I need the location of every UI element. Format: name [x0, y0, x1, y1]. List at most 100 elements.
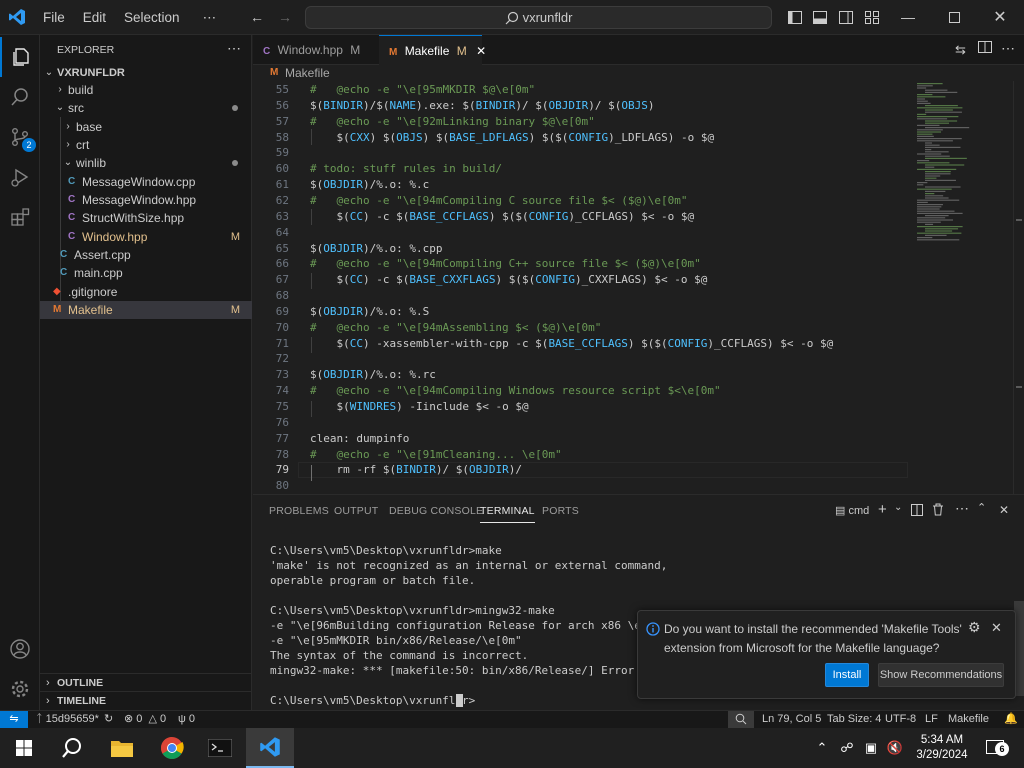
file-explorer-icon[interactable]: [98, 728, 146, 768]
tab-problems[interactable]: PROBLEMS: [269, 505, 329, 517]
breadcrumb[interactable]: M Makefile: [253, 65, 1024, 81]
tab-debug-console[interactable]: DEBUG CONSOLE: [389, 505, 483, 517]
code-line[interactable]: # @echo -e "\e[95mMKDIR $@\e[0m": [310, 82, 535, 98]
ports-status[interactable]: ψ 0: [178, 711, 195, 728]
notifications-bell-icon[interactable]: 🔔: [1004, 711, 1018, 728]
explorer-icon[interactable]: [0, 37, 40, 77]
clock[interactable]: 5:34 AM 3/29/2024: [906, 728, 978, 768]
code-line[interactable]: rm -rf $(BINDIR)/ $(OBJDIR)/: [310, 462, 521, 478]
tree-item-messagewindow-cpp[interactable]: C MessageWindow.cpp: [40, 173, 252, 191]
tree-item-makefile[interactable]: M Makefile M: [40, 301, 252, 319]
code-line[interactable]: $(CC) -xassembler-with-cpp -c $(BASE_CCF…: [310, 336, 833, 352]
toggle-panel-icon[interactable]: [811, 8, 829, 26]
tab-size[interactable]: Tab Size: 4: [827, 711, 881, 728]
code-line[interactable]: # todo: stuff rules in build/: [310, 161, 502, 177]
sync-icon[interactable]: ↻: [104, 711, 113, 728]
tree-item-window-hpp[interactable]: C Window.hpp M: [40, 228, 252, 246]
code-line[interactable]: $(OBJDIR)/%.o: %.c: [310, 177, 429, 193]
menu-selection[interactable]: Selection: [115, 0, 189, 35]
minimize-icon[interactable]: —: [899, 8, 917, 26]
code-line[interactable]: clean: dumpinfo: [310, 431, 409, 447]
timeline-section[interactable]: › TIMELINE: [40, 691, 252, 709]
tab-makefile[interactable]: M Makefile M ✕: [379, 35, 486, 65]
language-mode[interactable]: Makefile: [948, 711, 989, 728]
menu-file[interactable]: File: [34, 0, 74, 35]
tree-item-messagewindow-hpp[interactable]: C MessageWindow.hpp: [40, 191, 252, 209]
code-line[interactable]: $(WINDRES) -Iinclude $< -o $@: [310, 399, 528, 415]
run-debug-icon[interactable]: [0, 157, 40, 197]
menu-edit[interactable]: Edit: [74, 0, 115, 35]
accounts-icon[interactable]: [0, 629, 40, 669]
zoom-icon[interactable]: [728, 711, 754, 728]
close-tab-icon[interactable]: ✕: [476, 44, 486, 58]
code-line[interactable]: $(CXX) $(OBJS) $(BASE_LDFLAGS) $($(CONFI…: [310, 130, 714, 146]
branch-status[interactable]: ᛏ 15d95659*: [36, 711, 99, 728]
compare-changes-icon[interactable]: ⇆: [955, 42, 966, 58]
tab-ports[interactable]: PORTS: [542, 505, 579, 517]
code-line[interactable]: # @echo -e "\e[94mCompiling C source fil…: [310, 193, 688, 209]
tray-network-icon[interactable]: ☍: [838, 728, 856, 768]
menu-more[interactable]: ⋯: [189, 0, 226, 35]
tree-item-winlib[interactable]: ⌄ winlib: [40, 154, 252, 172]
chevron-down-icon[interactable]: ⌄: [894, 502, 902, 513]
tree-item-structwithsize-hpp[interactable]: C StructWithSize.hpp: [40, 209, 252, 227]
tray-display-icon[interactable]: ▣: [862, 728, 880, 768]
maximize-icon[interactable]: [945, 8, 963, 26]
customize-layout-icon[interactable]: [863, 8, 881, 26]
remote-indicator-button[interactable]: ⇋: [0, 711, 28, 728]
close-panel-icon[interactable]: ✕: [999, 503, 1009, 517]
end-of-line[interactable]: LF: [925, 711, 938, 728]
code-line[interactable]: $(OBJDIR)/%.o: %.cpp: [310, 241, 442, 257]
split-editor-icon[interactable]: [978, 40, 992, 57]
back-arrow-icon[interactable]: ←: [248, 8, 266, 26]
tree-item-assert-cpp[interactable]: C Assert.cpp: [40, 246, 252, 264]
command-center-search[interactable]: vxrunfldr: [305, 6, 772, 29]
code-line[interactable]: $(BINDIR)/$(NAME).exe: $(BINDIR)/ $(OBJD…: [310, 98, 654, 114]
close-notification-icon[interactable]: ✕: [991, 620, 1002, 636]
code-editor[interactable]: 55 # @echo -e "\e[95mMKDIR $@\e[0m" 56 $(BI…: [253, 81, 913, 494]
install-button[interactable]: Install: [825, 663, 869, 687]
code-line[interactable]: # @echo -e "\e[92mLinking binary $@\e[0m…: [310, 114, 595, 130]
extensions-icon[interactable]: [0, 197, 40, 237]
vscode-taskbar-icon[interactable]: [246, 728, 294, 768]
gear-icon[interactable]: ⚙: [968, 619, 981, 636]
split-terminal-icon[interactable]: [911, 504, 923, 519]
folder-root[interactable]: ⌄ VXRUNFLDR: [40, 64, 252, 82]
tree-item-main-cpp[interactable]: C main.cpp: [40, 264, 252, 282]
tree-item-gitignore[interactable]: ◆ .gitignore: [40, 283, 252, 301]
code-line[interactable]: $(CC) -c $(BASE_CXXFLAGS) $($(CONFIG)_CX…: [310, 272, 707, 288]
toggle-secondary-sidebar-icon[interactable]: [837, 8, 855, 26]
search-view-icon[interactable]: [0, 77, 40, 117]
show-recommendations-button[interactable]: Show Recommendations: [878, 663, 1004, 687]
code-line[interactable]: $(OBJDIR)/%.o: %.S: [310, 304, 429, 320]
editor-scrollbar[interactable]: [1013, 81, 1024, 494]
chrome-icon[interactable]: [148, 728, 196, 768]
source-control-icon[interactable]: 2: [0, 117, 40, 157]
toggle-primary-sidebar-icon[interactable]: [786, 8, 804, 26]
terminal-app-icon[interactable]: [196, 728, 244, 768]
code-line[interactable]: # @echo -e "\e[91mCleaning... \e[0m": [310, 447, 562, 463]
tab-output[interactable]: OUTPUT: [334, 505, 378, 517]
tree-item-base[interactable]: › base: [40, 118, 252, 136]
code-line[interactable]: $(CC) -c $(BASE_CCFLAGS) $($(CONFIG)_CCF…: [310, 209, 694, 225]
tray-overflow-chevron-icon[interactable]: ⌃: [814, 728, 830, 768]
notification-center-icon[interactable]: 6: [980, 728, 1010, 768]
code-line[interactable]: # @echo -e "\e[94mAssembling $< ($@)\e[0…: [310, 320, 601, 336]
problems-status[interactable]: ⊗ 0 △ 0: [124, 711, 166, 728]
tree-item-crt[interactable]: › crt: [40, 136, 252, 154]
tray-volume-muted-icon[interactable]: 🔇: [886, 728, 904, 768]
tab-window-hpp[interactable]: C Window.hpp M: [253, 35, 378, 65]
trash-icon[interactable]: [932, 503, 944, 519]
encoding[interactable]: UTF-8: [885, 711, 916, 728]
forward-arrow-icon[interactable]: →: [276, 8, 294, 26]
tree-item-src[interactable]: ⌄ src: [40, 99, 252, 117]
outline-section[interactable]: › OUTLINE: [40, 673, 252, 691]
editor-more-icon[interactable]: ⋯: [1001, 40, 1015, 57]
panel-more-icon[interactable]: ⋯: [955, 500, 969, 517]
code-line[interactable]: # @echo -e "\e[94mCompiling Windows reso…: [310, 383, 721, 399]
code-line[interactable]: # @echo -e "\e[94mCompiling C++ source f…: [310, 256, 701, 272]
terminal-profile[interactable]: ▤ cmd: [835, 504, 869, 517]
code-line[interactable]: $(OBJDIR)/%.o: %.rc: [310, 367, 436, 383]
tree-item-build[interactable]: › build: [40, 81, 252, 99]
maximize-panel-icon[interactable]: ⌃: [977, 501, 986, 514]
